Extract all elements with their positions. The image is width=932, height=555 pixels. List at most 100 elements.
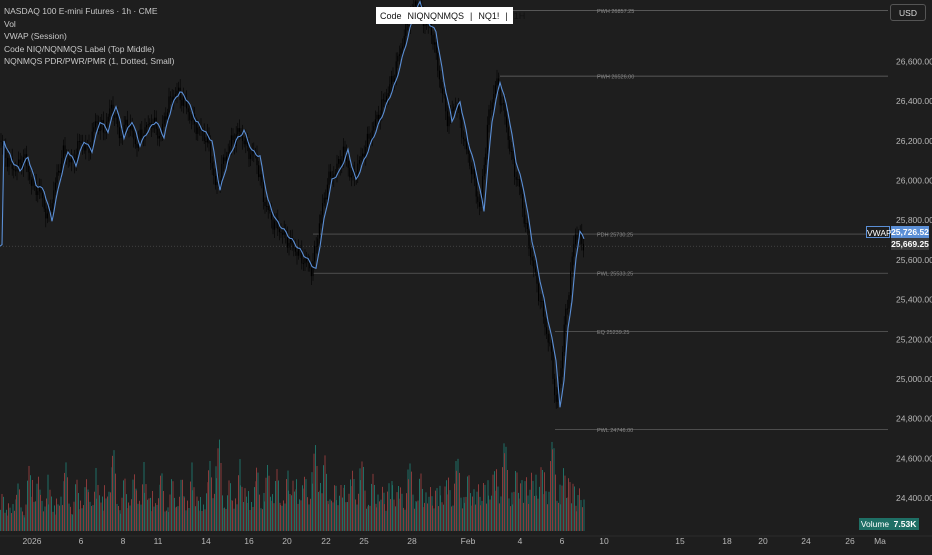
volume-bar (433, 508, 435, 531)
x-tick-label: 22 (321, 536, 331, 546)
volume-bar (283, 500, 284, 531)
volume-bar (156, 504, 158, 531)
volume-bar (276, 469, 278, 531)
volume-bar (409, 463, 411, 531)
level-label: EQ 25239.25 (597, 330, 629, 336)
legend-pdr[interactable]: NQNMQS PDR/PWR/PMR (1, Dotted, Small) (4, 55, 175, 68)
candle-body (293, 244, 295, 248)
legend-vol[interactable]: Vol (4, 18, 175, 31)
volume-bar (196, 496, 198, 531)
volume-bar (476, 491, 478, 531)
volume-bar (420, 473, 422, 531)
volume-bar (451, 506, 452, 531)
volume-bar (312, 483, 313, 531)
volume-bar (41, 500, 43, 531)
volume-bar (408, 479, 409, 531)
volume-bar (140, 504, 142, 531)
candle-body (438, 70, 440, 80)
level-label: PWL 24746.00 (597, 428, 633, 434)
candle-body (250, 154, 252, 160)
volume-bar (132, 479, 134, 531)
volume-bar (363, 466, 364, 531)
candle-body (83, 145, 85, 151)
volume-bar (540, 467, 542, 531)
candle-body (176, 90, 178, 95)
candle-body (557, 393, 559, 402)
candle-body (434, 42, 436, 45)
volume-bar (494, 471, 495, 531)
volume-bar (67, 477, 68, 531)
volume-bar (292, 480, 294, 531)
volume-bar (518, 492, 519, 531)
volume-bar (307, 497, 308, 531)
volume-bar (64, 472, 65, 531)
volume-bar (334, 485, 335, 531)
vwap-tag-name: VWAP (866, 226, 892, 238)
candle-body (360, 156, 362, 160)
candle-body (368, 133, 370, 139)
volume-bar (336, 500, 337, 531)
volume-bar (182, 479, 183, 531)
volume-bar (502, 467, 503, 531)
candle-body (571, 256, 573, 272)
volume-bar (580, 500, 582, 531)
volume-bar (33, 501, 35, 531)
candle-body (470, 166, 472, 175)
candle-body (437, 52, 439, 71)
chart-canvas[interactable]: 26,600.00 26,400.00 26,200.00 26,000.00 25,8… (0, 0, 932, 550)
volume-bar (528, 503, 529, 531)
volume-bar (404, 509, 406, 531)
candle-body (314, 245, 316, 262)
candle-body (389, 84, 391, 94)
volume-bar (315, 445, 316, 531)
candle-body (334, 173, 336, 175)
volume-bar (496, 469, 497, 531)
candle-body (53, 190, 55, 204)
volume-bar (515, 470, 516, 531)
volume-bar (332, 502, 334, 531)
candle-body (486, 124, 488, 154)
currency-button[interactable]: USD (890, 4, 926, 21)
volume-bar (481, 500, 483, 531)
candle-body (408, 24, 410, 27)
candle-body (272, 219, 274, 230)
volume-bar (316, 465, 318, 531)
candle-body (162, 123, 164, 133)
candle-body (358, 159, 360, 164)
candle-body (442, 88, 444, 94)
candle-body (187, 108, 189, 113)
candle-body (344, 146, 346, 153)
legend-code-label[interactable]: Code NIQ/NQNMQS Label (Top Middle) (4, 43, 175, 56)
volume-bar (510, 506, 511, 531)
candle-body (330, 171, 332, 178)
x-tick-label: 6 (79, 536, 84, 546)
candle-body (440, 79, 442, 89)
volume-bar (486, 503, 487, 531)
volume-bar (414, 508, 415, 531)
candle-body (197, 127, 199, 134)
volume-bar (544, 472, 545, 531)
volume-bar (78, 492, 79, 531)
volume-bar (347, 502, 348, 531)
volume-bar (278, 480, 279, 531)
volume-bar (390, 499, 391, 531)
candle-body (469, 153, 471, 167)
volume-bar (60, 496, 62, 531)
volume-bar (361, 461, 363, 531)
volume-bar (417, 500, 419, 531)
candle-body (533, 260, 535, 269)
chart-root[interactable]: 26,600.00 26,400.00 26,200.00 26,000.00 25,8… (0, 0, 932, 550)
volume-bar (217, 448, 219, 531)
legend-vwap[interactable]: VWAP (Session) (4, 30, 175, 43)
volume-bar (337, 505, 339, 531)
volume-bar (233, 508, 235, 531)
symbol-title[interactable]: NASDAQ 100 E-mini Futures · 1h · CME (4, 5, 175, 18)
volume-bar (401, 493, 403, 531)
volume-bar (228, 480, 230, 531)
candle-body (490, 109, 492, 111)
candle-body (541, 300, 543, 302)
volume-bar (582, 507, 583, 531)
volume-bar (168, 512, 169, 531)
candle-body (339, 159, 341, 167)
candle-body (158, 136, 160, 139)
